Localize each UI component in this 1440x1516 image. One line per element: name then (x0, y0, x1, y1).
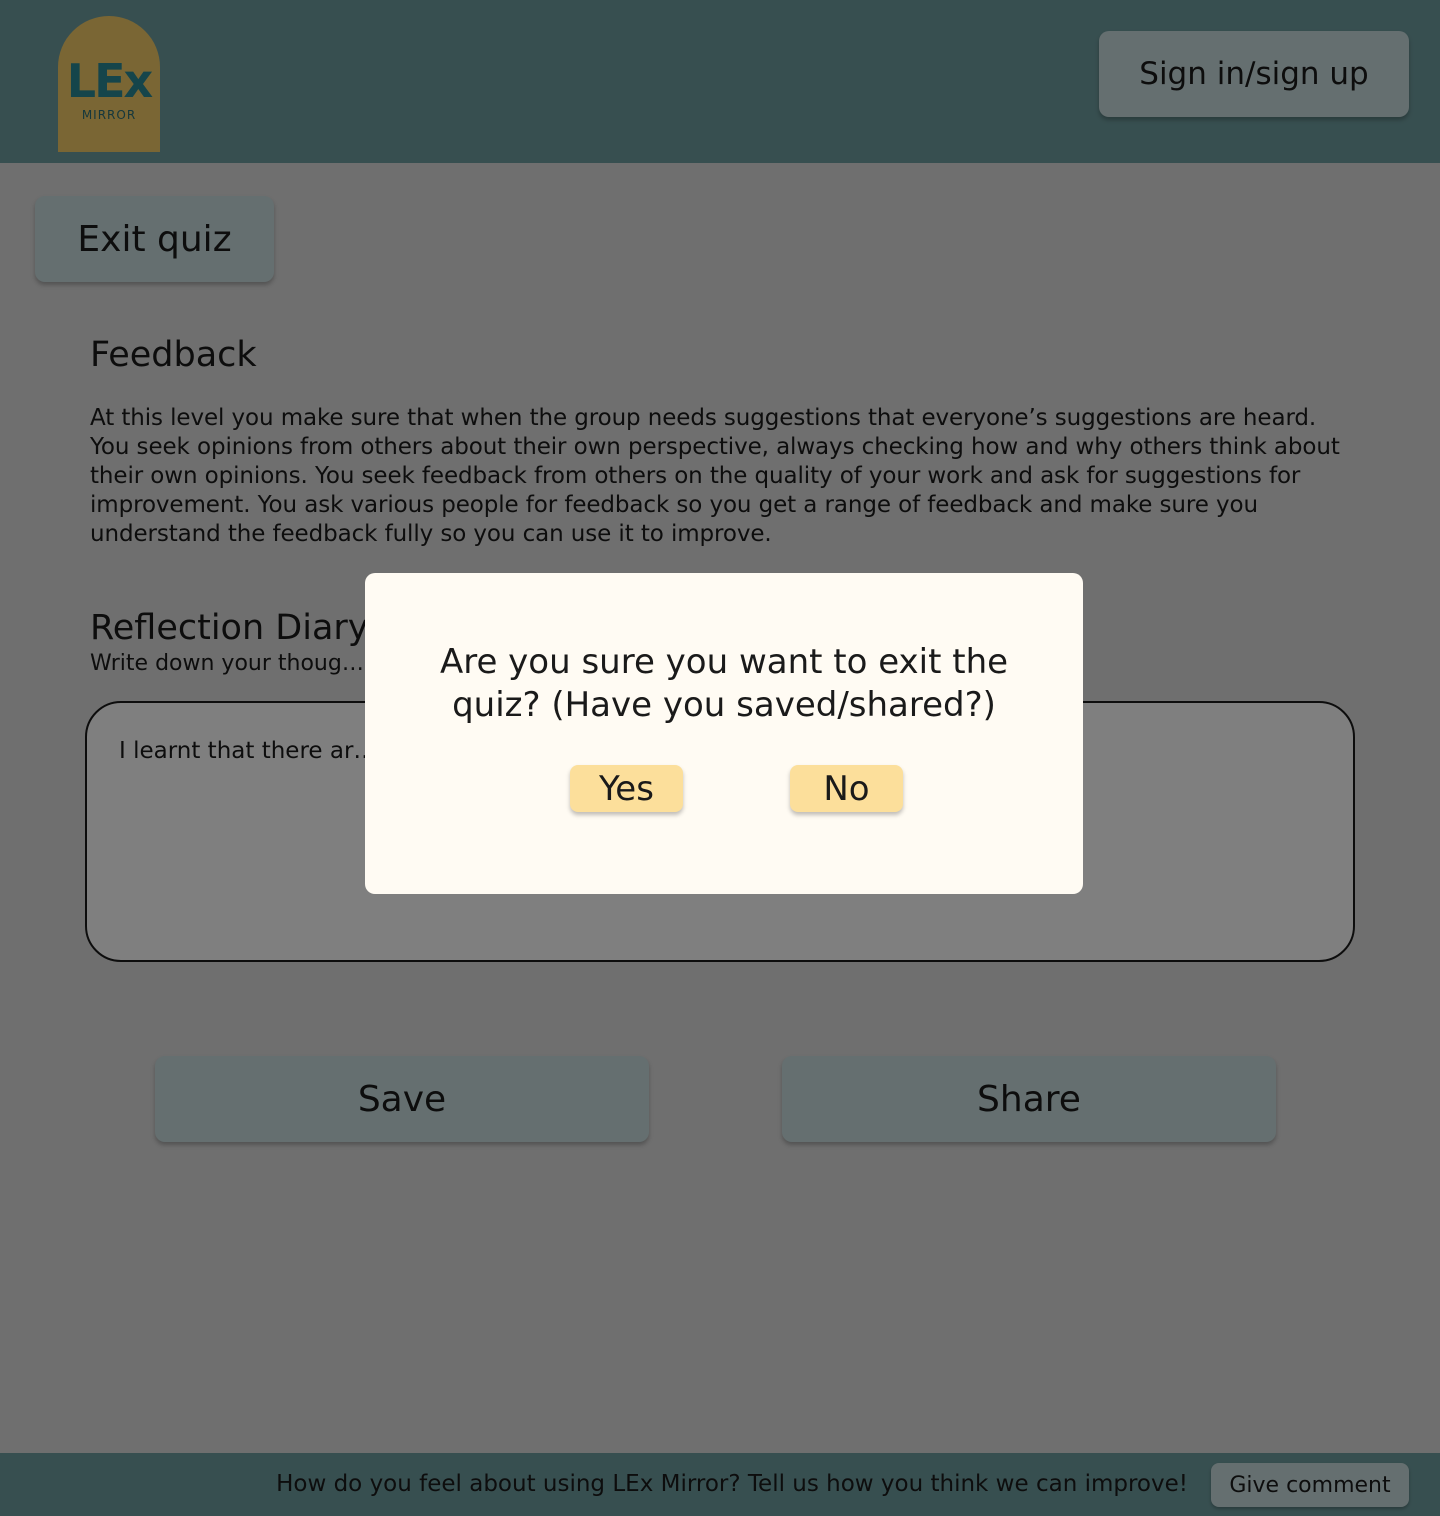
no-button[interactable]: No (790, 765, 903, 812)
exit-confirm-dialog: Are you sure you want to exit the quiz? … (365, 573, 1083, 894)
yes-button[interactable]: Yes (570, 765, 683, 812)
exit-confirm-question: Are you sure you want to exit the quiz? … (439, 642, 1009, 725)
